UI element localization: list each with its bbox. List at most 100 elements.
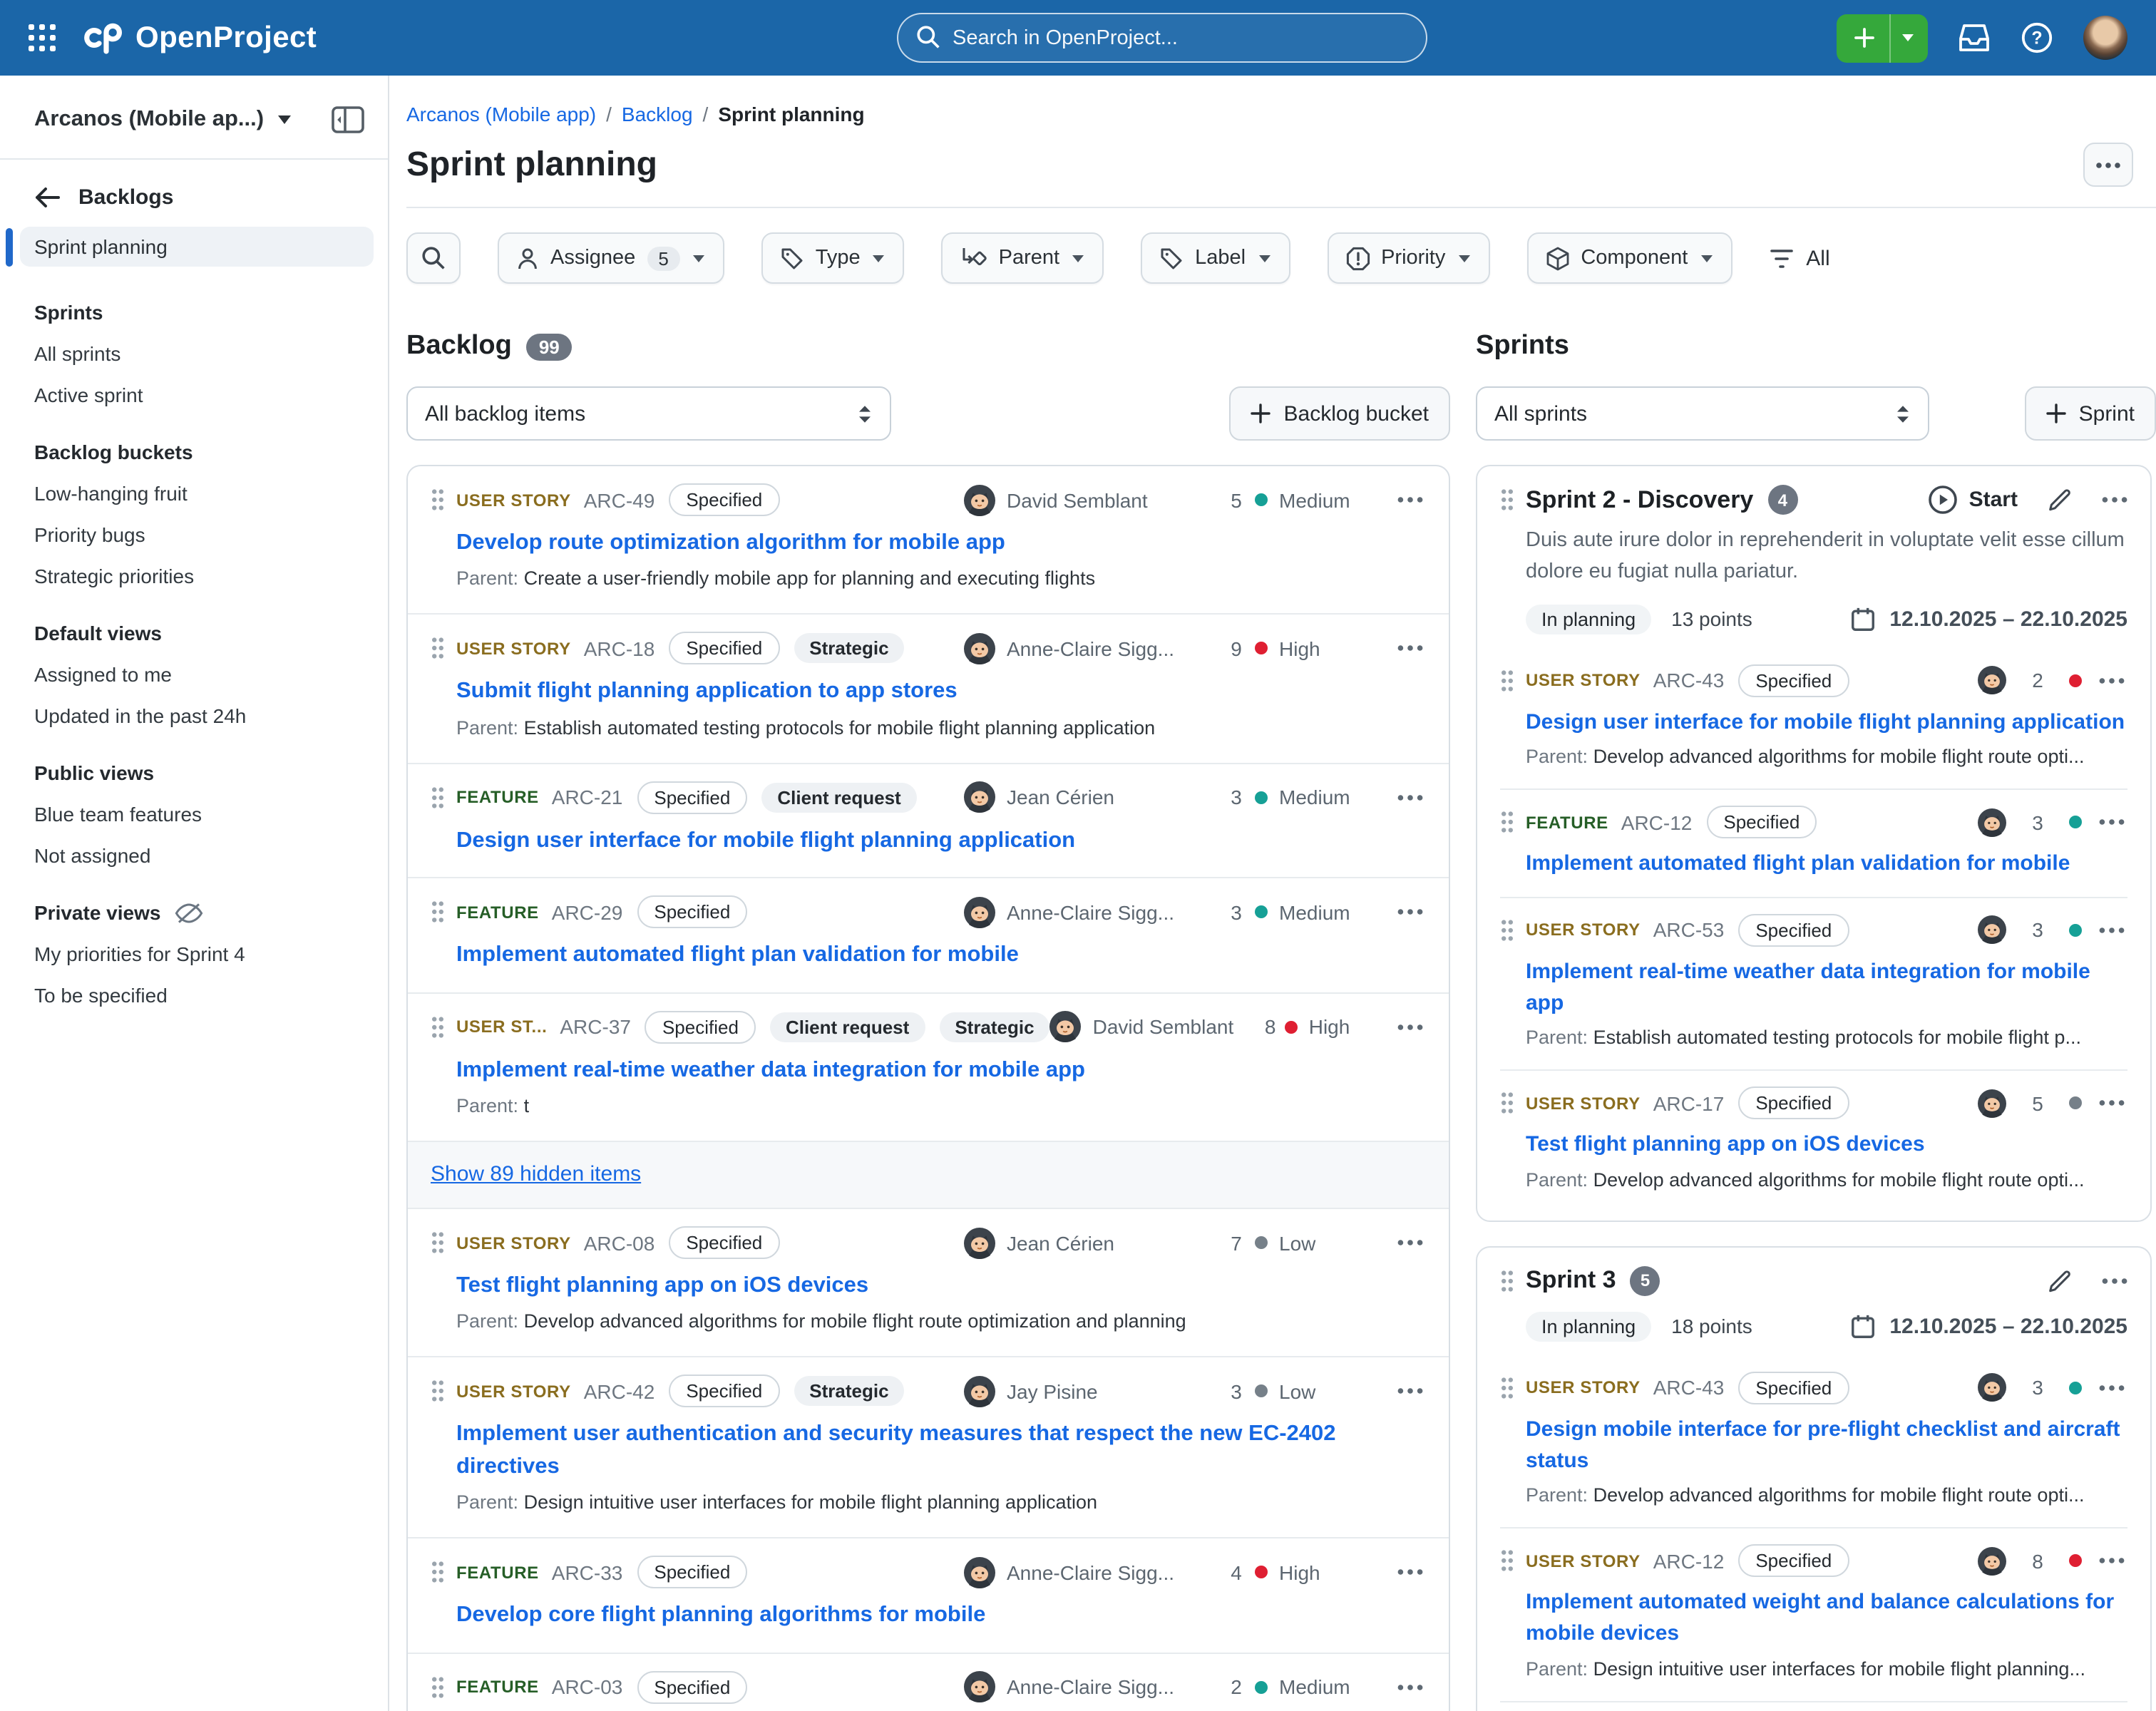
- sprint-start-button[interactable]: Start: [1928, 485, 2018, 515]
- work-item-title[interactable]: Test flight planning app on iOS devices: [1526, 1130, 2127, 1161]
- drag-handle[interactable]: [1500, 1091, 1514, 1116]
- filter-search-button[interactable]: [406, 232, 461, 284]
- drag-handle[interactable]: [431, 1560, 445, 1584]
- drag-handle[interactable]: [1500, 810, 1514, 834]
- show-hidden-items-link[interactable]: Show 89 hidden items: [431, 1162, 641, 1186]
- item-menu-button[interactable]: [1395, 1566, 1426, 1578]
- drag-handle[interactable]: [431, 488, 445, 512]
- backlog-filter-select[interactable]: All backlog items: [406, 386, 891, 441]
- drag-handle[interactable]: [431, 1379, 445, 1404]
- app-grid-menu-button[interactable]: [29, 24, 56, 51]
- sidebar-item[interactable]: My priorities for Sprint 4: [34, 942, 365, 965]
- grid-icon: [29, 24, 56, 51]
- more-icon: [2099, 818, 2125, 826]
- add-sprint-button[interactable]: Sprint: [2025, 386, 2156, 441]
- drag-handle[interactable]: [1500, 488, 1514, 512]
- drag-handle[interactable]: [1500, 1269, 1514, 1293]
- assignee-avatar: [964, 896, 995, 928]
- tag-badge: Client request: [761, 782, 916, 812]
- sidebar-item[interactable]: Strategic priorities: [34, 565, 365, 587]
- item-menu-button[interactable]: [2096, 1555, 2127, 1568]
- work-item-title[interactable]: Test flight planning app on iOS devices: [456, 1270, 1426, 1302]
- item-menu-button[interactable]: [1395, 1020, 1426, 1033]
- item-menu-button[interactable]: [1395, 493, 1426, 506]
- add-backlog-bucket-button[interactable]: Backlog bucket: [1230, 386, 1450, 441]
- work-item-title[interactable]: Implement real-time weather data integra…: [456, 1054, 1426, 1086]
- sidebar-item[interactable]: Blue team features: [34, 803, 365, 826]
- work-item-title[interactable]: Develop route optimization algorithm for…: [456, 528, 1426, 560]
- work-item-title[interactable]: Implement real-time weather data integra…: [1526, 957, 2127, 1019]
- work-item-title[interactable]: Implement automated flight plan validati…: [456, 940, 1426, 972]
- drag-handle[interactable]: [431, 637, 445, 661]
- sidebar-item-sprint-planning[interactable]: Sprint planning: [20, 227, 374, 267]
- parent-label: Parent:: [1526, 1485, 1588, 1506]
- sidebar-collapse-button[interactable]: [331, 106, 365, 134]
- page-menu-button[interactable]: [2083, 143, 2133, 187]
- user-avatar[interactable]: [2083, 16, 2127, 60]
- filter-chip-type[interactable]: Type: [761, 232, 905, 284]
- sidebar-item[interactable]: Low-hanging fruit: [34, 482, 365, 505]
- sidebar-item[interactable]: Priority bugs: [34, 523, 365, 546]
- sprint-menu-button[interactable]: [2102, 496, 2127, 503]
- filter-chip-parent[interactable]: Parent: [942, 232, 1104, 284]
- sidebar-item[interactable]: To be specified: [34, 984, 365, 1007]
- filter-chip-component[interactable]: Component: [1526, 232, 1732, 284]
- breadcrumb-link[interactable]: Backlog: [622, 103, 693, 125]
- item-menu-button[interactable]: [1395, 905, 1426, 918]
- work-item-title[interactable]: Develop core flight planning algorithms …: [456, 1600, 1426, 1632]
- sprint-edit-button[interactable]: [2046, 1268, 2073, 1295]
- drag-handle[interactable]: [1500, 1549, 1514, 1573]
- drag-handle[interactable]: [431, 900, 445, 924]
- drag-handle[interactable]: [431, 1014, 445, 1039]
- work-item-title[interactable]: Design mobile interface for pre-flight c…: [1526, 1414, 2127, 1476]
- sprints-filter-select[interactable]: All sprints: [1476, 386, 1929, 441]
- work-item-title[interactable]: Implement automated flight plan validati…: [1526, 848, 2127, 880]
- notifications-inbox-button[interactable]: [1958, 23, 1991, 53]
- sidebar-item[interactable]: Updated in the past 24h: [34, 704, 365, 727]
- sprint-menu-button[interactable]: [2102, 1278, 2127, 1285]
- work-item-title[interactable]: Implement user authentication and securi…: [456, 1419, 1426, 1484]
- item-menu-button[interactable]: [1395, 791, 1426, 803]
- work-item-title[interactable]: Implement automated weight and balance c…: [1526, 1588, 2127, 1650]
- filter-chip-assignee[interactable]: Assignee 5: [498, 232, 724, 284]
- drag-handle[interactable]: [1500, 918, 1514, 942]
- global-search-input[interactable]: [897, 13, 1427, 63]
- item-menu-button[interactable]: [1395, 642, 1426, 655]
- work-item-id: ARC-18: [584, 637, 655, 660]
- status-badge: Specified: [1738, 1087, 1849, 1120]
- drag-handle[interactable]: [1500, 1376, 1514, 1400]
- sprint-count-badge: 5: [1631, 1266, 1660, 1296]
- work-item-title[interactable]: Design user interface for mobile flight …: [456, 825, 1426, 857]
- create-button[interactable]: [1837, 14, 1928, 62]
- item-menu-button[interactable]: [2096, 816, 2127, 828]
- item-menu-button[interactable]: [1395, 1680, 1426, 1693]
- back-button[interactable]: [34, 187, 60, 208]
- drag-handle[interactable]: [431, 1230, 445, 1255]
- sidebar-item[interactable]: Not assigned: [34, 844, 365, 867]
- drag-handle[interactable]: [431, 785, 445, 809]
- openproject-logo[interactable]: OpenProject: [81, 20, 317, 56]
- work-item-title[interactable]: Design user interface for mobile flight …: [1526, 707, 2127, 738]
- sprint-edit-button[interactable]: [2046, 486, 2073, 513]
- item-menu-button[interactable]: [2096, 924, 2127, 937]
- item-menu-button[interactable]: [1395, 1236, 1426, 1249]
- project-selector[interactable]: Arcanos (Mobile ap...): [34, 107, 264, 133]
- drag-handle[interactable]: [1500, 668, 1514, 692]
- drag-handle[interactable]: [431, 1675, 445, 1699]
- item-menu-button[interactable]: [2096, 674, 2127, 687]
- filter-all-button[interactable]: All: [1769, 246, 1829, 270]
- item-menu-button[interactable]: [2096, 1097, 2127, 1110]
- help-button[interactable]: ?: [2021, 21, 2053, 54]
- breadcrumb-link[interactable]: Arcanos (Mobile app): [406, 103, 596, 125]
- work-item-row: USER STORY ARC-42 Specified Strategic Ja…: [408, 1357, 1449, 1538]
- chevron-down-icon: [1257, 253, 1271, 263]
- sidebar-item[interactable]: Assigned to me: [34, 663, 365, 686]
- sidebar-item[interactable]: Active sprint: [34, 384, 365, 406]
- work-item-title[interactable]: Submit flight planning application to ap…: [456, 677, 1426, 709]
- filter-chip-priority[interactable]: Priority: [1327, 232, 1489, 284]
- item-menu-button[interactable]: [1395, 1385, 1426, 1398]
- create-dropdown-caret[interactable]: [1889, 14, 1928, 62]
- item-menu-button[interactable]: [2096, 1382, 2127, 1394]
- filter-chip-label[interactable]: Label: [1141, 232, 1290, 284]
- sidebar-item[interactable]: All sprints: [34, 342, 365, 365]
